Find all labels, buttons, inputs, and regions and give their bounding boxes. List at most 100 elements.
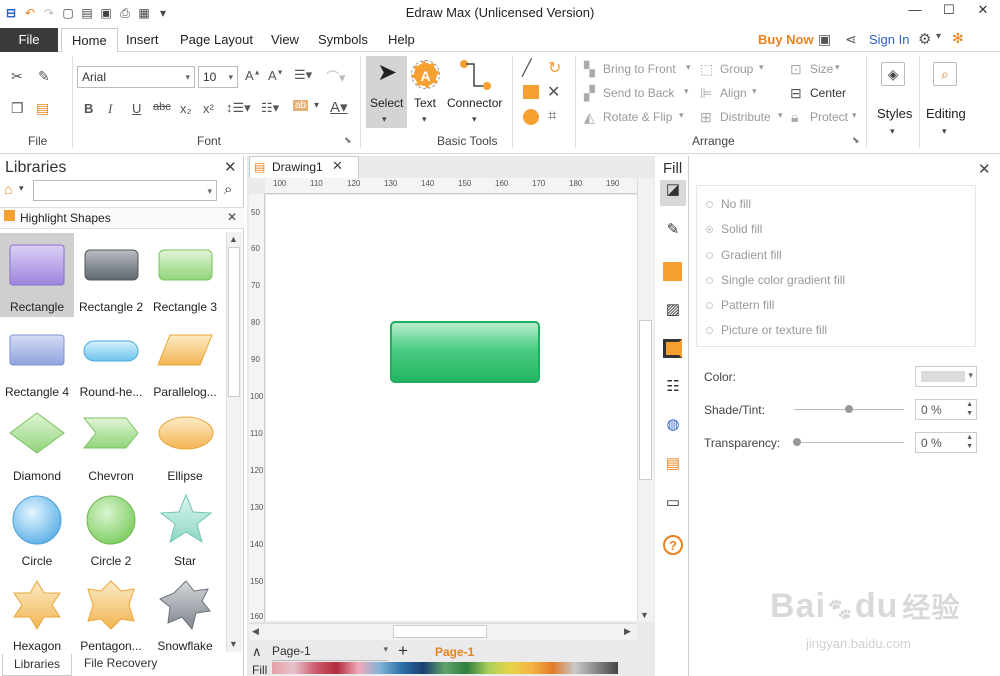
sign-in-link[interactable]: Sign In	[869, 32, 909, 47]
arc-icon[interactable]: ↻	[548, 58, 561, 78]
styles-icon[interactable]: ◈	[881, 62, 905, 86]
close-icon[interactable]: ✕	[966, 0, 1000, 20]
minimize-icon[interactable]: —	[898, 0, 932, 20]
group-button[interactable]: Group	[720, 62, 753, 76]
italic-icon[interactable]: I	[108, 101, 112, 117]
protect-button[interactable]: Protect	[810, 110, 848, 124]
transparency-slider-track[interactable]	[794, 442, 904, 443]
scroll-up-icon[interactable]: ▲	[229, 234, 238, 244]
shape-rectangle-4[interactable]: Rectangle 4	[0, 318, 74, 402]
ellipse-icon[interactable]	[523, 109, 539, 125]
library-scroll-thumb[interactable]	[228, 247, 240, 397]
format-painter-icon[interactable]: ✎	[38, 68, 50, 85]
align-button[interactable]: Align	[720, 86, 747, 100]
bring-to-front-button[interactable]: Bring to Front	[603, 62, 676, 76]
send-to-back-button[interactable]: Send to Back	[603, 86, 674, 100]
settings-dropdown-icon[interactable]: ▾	[936, 31, 941, 42]
fill-icon[interactable]: ◪	[660, 180, 686, 206]
font-size-select[interactable]: 10 ▾	[198, 66, 238, 88]
bullets-icon[interactable]: ☷▾	[261, 100, 279, 116]
shade-slider-thumb[interactable]	[845, 405, 853, 413]
shape-rectangle-2[interactable]: Rectangle 2	[74, 233, 148, 317]
shape-rectangle-3[interactable]: Rectangle 3	[148, 233, 222, 317]
shape-ellipse[interactable]: Ellipse	[148, 402, 222, 486]
maximize-icon[interactable]: ☐	[932, 0, 966, 20]
shape-snowflake[interactable]: Snowflake	[148, 572, 222, 653]
rectangle-icon[interactable]	[523, 85, 539, 99]
shape-rectangle[interactable]: Rectangle	[0, 233, 74, 317]
font-color-icon[interactable]: A▾	[330, 98, 348, 116]
layer-icon[interactable]	[663, 339, 682, 358]
scroll-right-icon[interactable]: ▶	[624, 626, 631, 637]
align-text-icon[interactable]: ☰▾	[294, 67, 312, 83]
crop-icon[interactable]: ⌗	[548, 107, 556, 124]
add-page-icon[interactable]: +	[398, 641, 408, 661]
shadow-icon[interactable]	[663, 262, 682, 281]
tab-page-layout[interactable]: Page Layout	[180, 28, 253, 52]
transparency-slider-thumb[interactable]	[793, 438, 801, 446]
color-palette[interactable]	[272, 662, 618, 674]
collapse-up-icon[interactable]: ∧	[252, 644, 262, 660]
shape-round-head[interactable]: Round-he...	[74, 318, 148, 402]
tab-libraries[interactable]: Libraries	[2, 654, 72, 676]
shape-circle[interactable]: Circle	[0, 487, 74, 571]
shape-pentagon[interactable]: Pentagon...	[74, 572, 148, 653]
share-icon[interactable]: ⋖	[845, 31, 857, 48]
page-tab[interactable]: Page-1	[435, 645, 474, 659]
superscript-icon[interactable]: x²	[203, 101, 214, 116]
spinner-icon[interactable]: ▲ ▼	[966, 400, 973, 418]
underline-icon[interactable]: U	[132, 101, 141, 116]
shape-diamond[interactable]: Diamond	[0, 402, 74, 486]
close-icon[interactable]: ✕	[978, 160, 991, 178]
settings-icon[interactable]: ⚙	[918, 30, 931, 48]
editing-button[interactable]: Editing	[926, 106, 966, 121]
buy-now-link[interactable]: Buy Now	[758, 32, 814, 47]
canvas-vscroll-thumb[interactable]	[639, 320, 652, 480]
tab-file-recovery[interactable]: File Recovery	[84, 656, 157, 670]
line-icon[interactable]: ╱	[522, 58, 532, 78]
scroll-left-icon[interactable]: ◀	[252, 626, 259, 637]
spinner-icon[interactable]: ▲ ▼	[966, 433, 973, 451]
shape-circle-2[interactable]: Circle 2	[74, 487, 148, 571]
highlight-dropdown-icon[interactable]: ▾	[314, 100, 319, 111]
rotate-flip-button[interactable]: Rotate & Flip	[603, 110, 672, 124]
canvas-green-rectangle[interactable]	[389, 320, 543, 384]
close-icon[interactable]: ✕	[332, 158, 343, 174]
home-icon[interactable]: ⌂	[4, 181, 12, 197]
tab-help[interactable]: Help	[388, 28, 415, 52]
cross-icon[interactable]: ✕	[547, 82, 560, 102]
bold-icon[interactable]: B	[84, 101, 93, 116]
tab-view[interactable]: View	[271, 28, 299, 52]
help-icon[interactable]: ?	[663, 535, 683, 555]
shape-chevron[interactable]: Chevron	[74, 402, 148, 486]
comment-icon[interactable]: ▭	[660, 493, 686, 519]
shape-hexagon[interactable]: Hexagon	[0, 572, 74, 653]
styles-button[interactable]: Styles	[877, 106, 912, 121]
arrange-dialog-launcher-icon[interactable]: ⬊	[852, 135, 860, 146]
close-icon[interactable]: ✕	[227, 210, 237, 224]
tab-home[interactable]: Home	[61, 28, 118, 53]
text-direction-icon[interactable]: ⌒▾	[326, 67, 346, 86]
note-icon[interactable]: ▤	[660, 454, 686, 480]
shape-parallelogram[interactable]: Parallelog...	[148, 318, 222, 402]
paste-icon[interactable]: ▤	[36, 100, 49, 117]
shade-tint-input[interactable]: 0 % ▲ ▼	[915, 399, 977, 420]
image-icon[interactable]: ▨	[660, 300, 686, 326]
fill-option-single-color-gradient[interactable]: Single color gradient fill	[706, 273, 845, 287]
tab-symbols[interactable]: Symbols	[318, 28, 368, 52]
text-tool-icon[interactable]: A	[411, 60, 440, 89]
fill-option-no-fill[interactable]: No fill	[706, 197, 751, 211]
fill-option-picture-texture[interactable]: Picture or texture fill	[706, 323, 827, 337]
page-select[interactable]: Page-1 ▾	[272, 644, 388, 661]
drawing-page[interactable]	[266, 195, 637, 621]
distribute-button[interactable]: Distribute	[720, 110, 771, 124]
strikethrough-icon[interactable]: abc	[153, 101, 171, 113]
center-button[interactable]: Center	[810, 86, 846, 100]
globe-icon[interactable]: ◍	[660, 415, 686, 441]
highlight-icon[interactable]: ab	[293, 100, 309, 111]
shrink-font-icon[interactable]: A▼	[268, 68, 284, 83]
fill-option-pattern-fill[interactable]: Pattern fill	[706, 298, 774, 312]
library-search-input[interactable]: ▾	[33, 180, 217, 201]
transparency-input[interactable]: 0 % ▲ ▼	[915, 432, 977, 453]
scroll-down-icon[interactable]: ▼	[229, 639, 238, 649]
